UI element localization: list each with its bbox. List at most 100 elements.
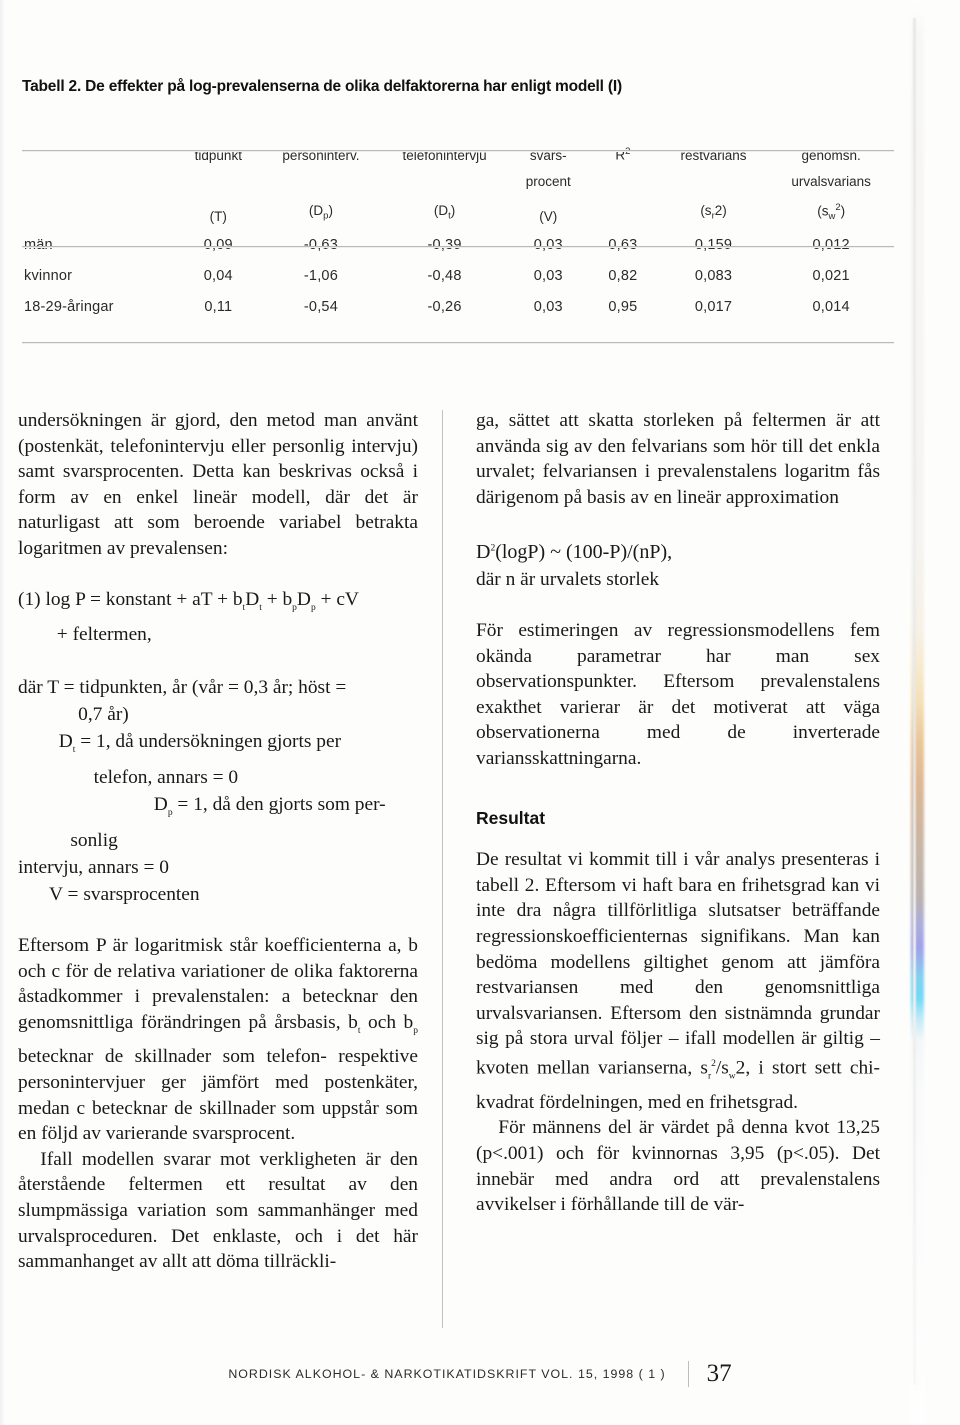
eq1-line1: (1) log P = konstant + aT + btDt + bpDp … <box>18 588 359 613</box>
right-p3-sub-r: r <box>707 1071 712 1082</box>
eq2-line2: där n är urvalets storlek <box>476 569 660 591</box>
sym-dp-close: ) <box>328 203 333 218</box>
sym-sw-open: (s <box>817 203 829 218</box>
header-row-3-symbols: (T) (Dp) (Dt) (V) (sr2) (sw2) <box>22 195 894 230</box>
table-head: tidpunkt personinterv. telefonintervju s… <box>22 134 894 230</box>
where-line-V: V = svarsprocenten <box>49 884 200 906</box>
eq1-part-d: D <box>296 588 311 610</box>
table-body: män 0,09 -0,63 -0,39 0,03 0,63 0,159 0,0… <box>22 230 894 323</box>
eq2-rest: (logP) ~ (100-P)/(nP), <box>495 541 673 564</box>
equation-2: D2(logP) ~ (100-P)/(nP), där n är urvale… <box>476 534 880 593</box>
header-restvarians: restvarians <box>680 147 747 163</box>
where-line-Dp: Dp = 1, då den gjorts som per- <box>18 791 418 827</box>
where-line-T: där T = tidpunkten, år (vår = 0,3 år; hö… <box>18 677 347 699</box>
cell-18-29-svarsprocent: 0,03 <box>533 298 563 315</box>
right-p3-part-b: /s <box>715 1057 729 1079</box>
eq2-line1: D2(logP) ~ (100-P)/(nP), <box>476 541 672 563</box>
where-definitions: där T = tidpunkten, år (vår = 0,3 år; hö… <box>18 674 418 908</box>
row-label-kvinnor: kvinnor <box>24 267 73 284</box>
left-paragraph-2: Eftersom P är logaritmisk står koefficie… <box>18 933 418 1147</box>
where-Dt-text: = 1, då undersökningen gjorts per <box>75 731 342 753</box>
where-line-Dt-cont: telefon, annars = 0 <box>93 767 239 789</box>
where-Dt-symbol: D <box>58 731 73 753</box>
right-p3-part-a: De resultat vi kommit till i vår analys … <box>476 849 880 1079</box>
left-text-column: undersökningen är gjord, den metod man a… <box>18 408 418 1275</box>
cell-kvinnor-personinterv: -1,06 <box>303 267 338 284</box>
sym-dt-open: (D <box>433 203 449 218</box>
cell-kvinnor-telefonintervju: -0,48 <box>427 267 462 284</box>
header-personinterv: personinterv. <box>282 147 360 163</box>
table-row: kvinnor 0,04 -1,06 -0,48 0,03 0,82 0,083… <box>22 261 894 292</box>
section-heading-resultat: Resultat <box>476 807 546 828</box>
header-sym-Dp: (Dp) <box>262 195 380 230</box>
eq1-part-a: (1) log P = konstant + aT + b <box>18 588 243 610</box>
header-r2: R2 <box>587 134 659 169</box>
header-blank <box>22 134 174 169</box>
header-tidpunkt: tidpunkt <box>194 147 242 163</box>
cell-18-29-restvarians: 0,017 <box>694 298 733 315</box>
eq1-line2: + feltermen, <box>56 624 152 646</box>
sym-dt-close: ) <box>450 203 456 218</box>
sym-dp-open: (D <box>308 203 324 218</box>
footer-divider <box>687 1361 689 1387</box>
right-p3-sub-w: w <box>728 1071 736 1082</box>
right-paragraph-2: För estimeringen av regressionsmodellens… <box>476 620 880 769</box>
header-sym-T: (T) <box>209 208 227 224</box>
body-columns: undersökningen är gjord, den metod man a… <box>14 408 920 1338</box>
table-rule-bottom <box>22 342 894 343</box>
table-rule-top <box>22 150 894 151</box>
header-row-2: procent urvalsvarians <box>22 169 894 195</box>
cell-kvinnor-svarsprocent: 0,03 <box>533 267 563 284</box>
right-paragraph-1: ga, sättet att skatta storleken på felte… <box>476 410 880 508</box>
cell-kvinnor-restvarians: 0,083 <box>694 267 733 284</box>
cell-kvinnor-urvalsvarians: 0,021 <box>812 267 850 284</box>
eq1-part-c: + b <box>261 588 293 610</box>
table-block: Tabell 2. De effekter på log-prevalenser… <box>22 78 894 323</box>
header-blank-3 <box>22 195 174 230</box>
header-telefonintervju: telefonintervju <box>402 147 487 163</box>
header-spacer-5 <box>659 169 769 195</box>
sym-sr-close: ) <box>722 203 727 218</box>
header-sym-blank <box>587 195 659 230</box>
left-p2-part-b: och b <box>360 1011 414 1033</box>
eq2-D: D <box>476 541 491 564</box>
footer-content: NORDISK ALKOHOL- & NARKOTIKATIDSKRIFT VO… <box>0 1360 960 1388</box>
table-rule-mid <box>22 246 894 247</box>
cell-18-29-telefonintervju: -0,26 <box>427 298 462 315</box>
where-line-intervju: intervju, annars = 0 <box>18 857 169 879</box>
header-sym-sr: (sr2) <box>659 195 769 230</box>
cell-kvinnor-tidpunkt: 0,04 <box>203 267 233 284</box>
eq1-part-e: + cV <box>315 588 359 610</box>
table-row: 18-29-åringar 0,11 -0,54 -0,26 0,03 0,95… <box>22 292 894 323</box>
left-p2-part-a: Eftersom P är logaritmisk står koefficie… <box>18 935 418 1033</box>
header-r2-exponent: 2 <box>625 146 631 157</box>
left-p2-sub-p: p <box>413 1025 419 1036</box>
scan-edge-left <box>0 0 6 1425</box>
right-paragraph-4: För männens del är värdet på denna kvot … <box>476 1117 880 1216</box>
footer-page-number: 37 <box>706 1360 732 1387</box>
where-line-Dp-cont: sonlig <box>70 830 118 852</box>
left-paragraph-1: undersökningen är gjord, den metod man a… <box>18 410 418 559</box>
right-paragraph-3: De resultat vi kommit till i vår analys … <box>476 847 880 1115</box>
header-spacer-1 <box>174 169 262 195</box>
cell-18-29-r2: 0,95 <box>608 298 638 315</box>
sym-sr-open: (s <box>700 203 712 218</box>
cell-18-29-personinterv: -0,54 <box>303 298 338 315</box>
header-sym-sw: (sw2) <box>768 195 894 230</box>
table-caption: Tabell 2. De effekter på log-prevalenser… <box>22 78 622 95</box>
where-line-T-cont: 0,7 år) <box>78 704 129 726</box>
page-footer: NORDISK ALKOHOL- & NARKOTIKATIDSKRIFT VO… <box>0 1360 960 1400</box>
header-spacer-4 <box>587 169 659 195</box>
sym-sw-close: ) <box>840 203 846 218</box>
header-spacer-3 <box>380 169 510 195</box>
header-svarsprocent: svars- <box>529 147 567 163</box>
row-label-18-29: 18-29-åringar <box>24 298 114 315</box>
left-paragraph-3: Ifall modellen svarar mot verkligheten ä… <box>18 1148 418 1273</box>
cell-18-29-tidpunkt: 0,11 <box>204 298 233 315</box>
left-p2-part-c: betecknar de skillnader som telefon- res… <box>18 1046 418 1145</box>
cell-kvinnor-r2: 0,82 <box>608 267 638 284</box>
equation-1: (1) log P = konstant + aT + btDt + bpDp … <box>18 586 418 649</box>
header-spacer-2 <box>262 169 380 195</box>
header-urvalsvarians: urvalsvarians <box>791 173 871 189</box>
where-Dp-symbol: D <box>153 794 168 816</box>
